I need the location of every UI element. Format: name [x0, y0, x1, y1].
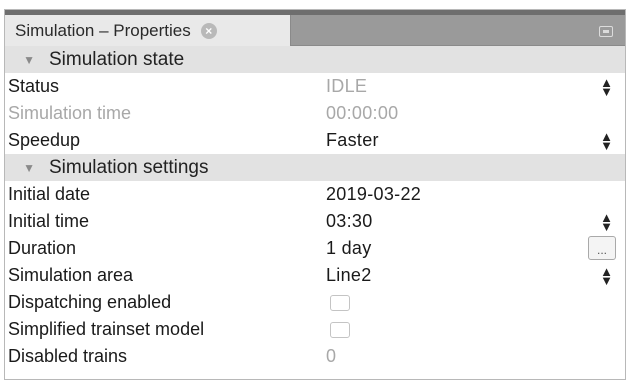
property-label: Dispatching enabled [8, 292, 172, 312]
restore-view-icon[interactable] [599, 26, 613, 37]
collapse-triangle-icon[interactable]: ▼ [5, 53, 49, 67]
simulation-properties-panel: Simulation – Properties × ▼ Simulation s… [4, 9, 626, 380]
property-row-simulation-time: Simulation time 00:00:00 [5, 100, 625, 127]
property-label: Simulation area [8, 265, 134, 285]
simulation-time-value: 00:00:00 [326, 103, 399, 123]
up-down-arrows-icon[interactable]: ▲ ▼ [600, 76, 613, 98]
property-label: Speedup [8, 130, 81, 150]
property-row-initial-date[interactable]: Initial date 2019-03-22 [5, 181, 625, 208]
initial-time-value[interactable]: 03:30 [323, 211, 625, 232]
status-dropdown[interactable]: ▲ ▼ [600, 73, 613, 100]
simplified-trainset-checkbox[interactable] [330, 322, 350, 339]
tab-bar: Simulation – Properties × [5, 10, 625, 46]
property-row-simplified-trainset[interactable]: Simplified trainset model [5, 316, 625, 343]
speedup-value[interactable]: Faster [323, 130, 625, 151]
property-row-duration[interactable]: Duration 1 day ... [5, 235, 625, 262]
simulation-area-dropdown[interactable]: ▲ ▼ [600, 262, 613, 289]
section-simulation-state[interactable]: ▼ Simulation state [5, 46, 625, 73]
initial-date-value[interactable]: 2019-03-22 [323, 184, 625, 205]
status-value: IDLE [326, 76, 368, 96]
property-label: Simplified trainset model [8, 319, 205, 339]
tab-simulation-properties[interactable]: Simulation – Properties × [5, 15, 291, 46]
property-row-simulation-area[interactable]: Simulation area Line2 ▲ ▼ [5, 262, 625, 289]
tab-title: Simulation – Properties [15, 20, 191, 40]
section-simulation-settings[interactable]: ▼ Simulation settings [5, 154, 625, 181]
property-row-status[interactable]: Status IDLE ▲ ▼ [5, 73, 625, 100]
up-down-arrows-icon[interactable]: ▲ ▼ [600, 130, 613, 152]
close-tab-icon[interactable]: × [200, 22, 217, 39]
up-down-arrows-icon[interactable]: ▲ ▼ [600, 211, 613, 233]
property-label: Initial date [8, 184, 91, 204]
duration-edit-button[interactable]: ... [588, 236, 616, 260]
simulation-area-value[interactable]: Line2 [323, 265, 625, 286]
duration-value[interactable]: 1 day [323, 238, 625, 259]
disabled-trains-value: 0 [326, 346, 337, 366]
property-label: Duration [8, 238, 77, 258]
collapse-triangle-icon[interactable]: ▼ [5, 161, 49, 175]
property-row-speedup[interactable]: Speedup Faster ▲ ▼ [5, 127, 625, 154]
up-down-arrows-icon[interactable]: ▲ ▼ [600, 265, 613, 287]
property-row-dispatching-enabled[interactable]: Dispatching enabled [5, 289, 625, 316]
speedup-dropdown[interactable]: ▲ ▼ [600, 127, 613, 154]
initial-time-stepper[interactable]: ▲ ▼ [600, 208, 613, 235]
dispatching-enabled-checkbox[interactable] [330, 295, 350, 312]
property-label: Status [8, 76, 60, 96]
property-label: Simulation time [8, 103, 132, 123]
property-label: Initial time [8, 211, 90, 231]
property-row-initial-time[interactable]: Initial time 03:30 ▲ ▼ [5, 208, 625, 235]
section-title: Simulation state [49, 48, 185, 70]
property-row-disabled-trains[interactable]: Disabled trains 0 [5, 343, 625, 370]
section-title: Simulation settings [49, 156, 209, 178]
property-label: Disabled trains [8, 346, 128, 366]
